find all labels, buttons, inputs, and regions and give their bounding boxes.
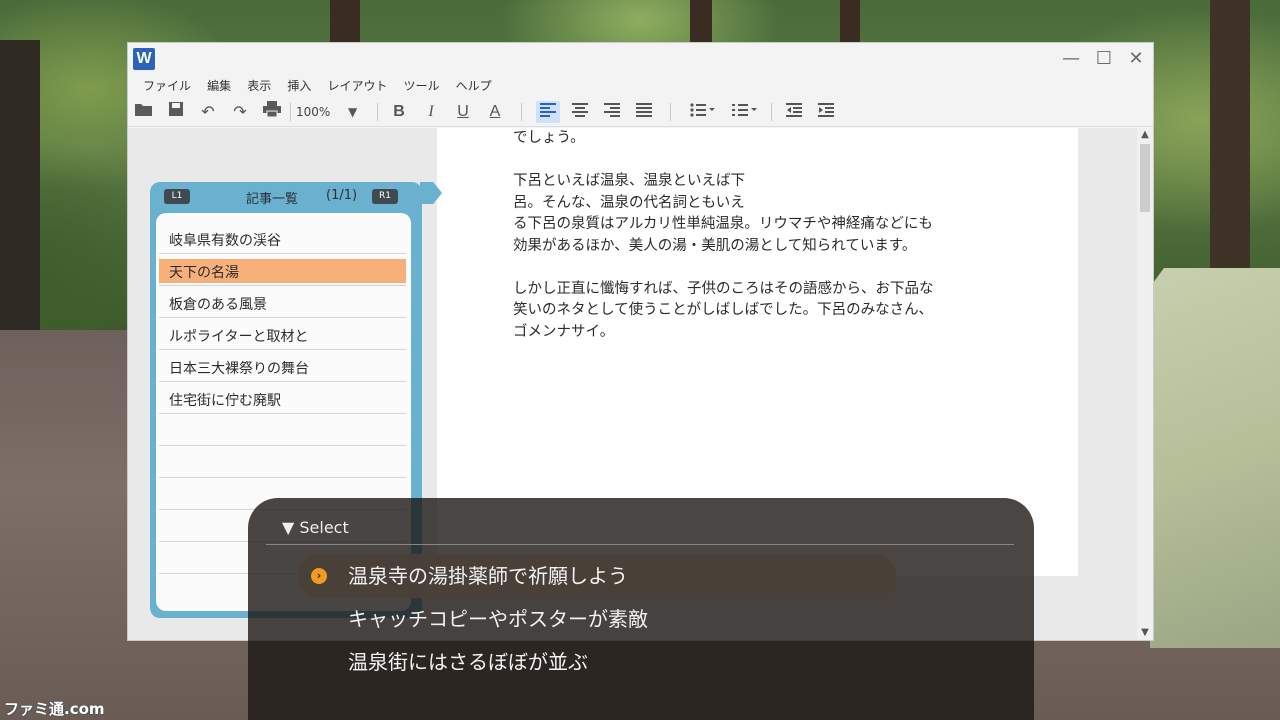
menu-bar: ファイル 編集 表示 挿入 レイアウト ツール ヘルプ bbox=[128, 75, 1153, 97]
list-item[interactable]: 日本三大裸祭りの舞台 bbox=[159, 352, 406, 382]
tree-trunk bbox=[1210, 0, 1250, 290]
redo-icon[interactable]: ↷ bbox=[228, 101, 252, 123]
list-item-selected[interactable]: 天下の名湯 bbox=[159, 256, 406, 286]
article-list-title: 記事一覧 bbox=[246, 192, 299, 207]
italic-icon[interactable]: I bbox=[419, 101, 443, 123]
menu-tools[interactable]: ツール bbox=[404, 75, 440, 97]
list-item-label: ルポライターと取材と bbox=[169, 329, 309, 345]
select-dialog: ▼ Select › 温泉寺の湯掛薬師で祈願しよう キャッチコピーやポスターが素… bbox=[248, 498, 1034, 720]
list-item-label: 天下の名湯 bbox=[169, 265, 239, 281]
select-option[interactable]: キャッチコピーやポスターが素敵 bbox=[298, 597, 896, 641]
menu-edit[interactable]: 編集 bbox=[207, 75, 231, 97]
scroll-thumb[interactable] bbox=[1140, 144, 1150, 212]
list-item-label: 住宅街に佇む廃駅 bbox=[169, 393, 281, 409]
menu-insert[interactable]: 挿入 bbox=[287, 75, 311, 97]
menu-help[interactable]: ヘルプ bbox=[456, 75, 492, 97]
select-option-label: 温泉寺の湯掛薬師で祈願しよう bbox=[348, 564, 628, 588]
align-center-icon[interactable] bbox=[568, 101, 592, 123]
justify-icon[interactable] bbox=[632, 101, 656, 123]
vertical-scrollbar[interactable]: ▲ ▼ bbox=[1137, 128, 1153, 640]
list-item[interactable]: ルポライターと取材と bbox=[159, 320, 406, 350]
document-line: 下呂といえば温泉、温泉といえば下 bbox=[513, 173, 745, 189]
scroll-up-icon[interactable]: ▲ bbox=[1137, 128, 1153, 142]
document-line: しかし正直に懺悔すれば、子供のころはその語感から、お下品な bbox=[513, 280, 934, 297]
list-item[interactable]: 岐阜県有数の渓谷 bbox=[159, 224, 406, 254]
outdent-icon[interactable] bbox=[782, 101, 806, 123]
toolbar: ↶ ↷ B I U A bbox=[128, 97, 1153, 127]
tree-trunk bbox=[690, 0, 712, 45]
app-icon: W bbox=[133, 48, 155, 70]
indent-icon[interactable] bbox=[814, 101, 838, 123]
list-item-label: 岐阜県有数の渓谷 bbox=[169, 233, 281, 249]
tree-trunk bbox=[840, 0, 860, 45]
menu-view[interactable]: 表示 bbox=[247, 75, 271, 97]
select-option-label: キャッチコピーやポスターが素敵 bbox=[348, 607, 648, 631]
list-item-label: 板倉のある風景 bbox=[169, 297, 267, 313]
minimize-button[interactable]: — bbox=[1058, 47, 1084, 71]
document-line: る下呂の泉質はアルカリ性単純温泉。リウマチや神経痛などにも bbox=[513, 216, 933, 232]
r1-button-badge[interactable]: R1 bbox=[372, 189, 398, 204]
select-divider bbox=[266, 544, 1014, 545]
document-text: でしょう。 下呂といえば温泉、温泉といえば下 呂。そんな、温泉の代名詞ともいえ … bbox=[513, 128, 953, 343]
select-header: ▼ Select bbox=[282, 518, 349, 537]
document-line: ゴメンナサイ。 bbox=[513, 323, 615, 340]
close-button[interactable]: ✕ bbox=[1123, 47, 1149, 71]
list-item-empty bbox=[159, 416, 406, 446]
open-folder-icon[interactable] bbox=[132, 101, 156, 123]
title-bar: W — ☐ ✕ bbox=[128, 43, 1153, 75]
print-icon[interactable] bbox=[260, 101, 284, 123]
toolbar-separator bbox=[521, 103, 522, 121]
chevron-down-icon[interactable]: ▼ bbox=[348, 101, 357, 123]
document-line: 笑いのネタとして使うことがしばしばでした。下呂のみなさん、 bbox=[513, 302, 934, 318]
select-option-label: 温泉街にはさるぼぼが並ぶ bbox=[348, 650, 588, 674]
l1-button-badge[interactable]: L1 bbox=[164, 189, 190, 204]
list-item[interactable]: 板倉のある風景 bbox=[159, 288, 406, 318]
save-icon[interactable] bbox=[164, 101, 188, 123]
article-list-header: L1 記事一覧 (1/1) R1 bbox=[150, 182, 422, 212]
toolbar-separator bbox=[377, 103, 378, 121]
document-line: 呂。そんな、温泉の代名詞ともいえ bbox=[513, 194, 745, 211]
bold-icon[interactable]: B bbox=[387, 101, 411, 123]
align-left-icon[interactable] bbox=[536, 101, 560, 123]
select-option[interactable]: › 温泉寺の湯掛薬師で祈願しよう bbox=[298, 554, 896, 598]
align-right-icon[interactable] bbox=[600, 101, 624, 123]
scroll-down-icon[interactable]: ▼ bbox=[1137, 626, 1153, 640]
font-color-icon[interactable]: A bbox=[483, 101, 507, 123]
cursor-arrow-icon: › bbox=[311, 568, 327, 584]
toolbar-separator bbox=[290, 103, 291, 121]
toolbar-separator bbox=[771, 103, 772, 121]
numbered-list-icon[interactable] bbox=[730, 101, 760, 123]
undo-icon[interactable]: ↶ bbox=[196, 101, 220, 123]
underline-icon[interactable]: U bbox=[451, 101, 475, 123]
menu-file[interactable]: ファイル bbox=[143, 75, 191, 97]
list-item-empty bbox=[159, 448, 406, 478]
bullet-list-icon[interactable] bbox=[688, 101, 718, 123]
list-item[interactable]: 住宅街に佇む廃駅 bbox=[159, 384, 406, 414]
tent bbox=[1150, 268, 1280, 648]
maximize-button[interactable]: ☐ bbox=[1091, 47, 1117, 71]
document-line: 効果があるほか、美人の湯・美肌の湯として知られています。 bbox=[513, 237, 917, 254]
tree-trunk bbox=[0, 40, 40, 340]
list-item-label: 日本三大裸祭りの舞台 bbox=[169, 361, 309, 377]
menu-layout[interactable]: レイアウト bbox=[327, 75, 387, 97]
article-list-page: (1/1) bbox=[326, 188, 358, 203]
select-option[interactable]: 温泉街にはさるぼぼが並ぶ bbox=[298, 640, 896, 684]
toolbar-separator bbox=[670, 103, 671, 121]
document-line: でしょう。 bbox=[513, 130, 585, 146]
zoom-select[interactable]: 100% bbox=[296, 101, 330, 123]
watermark-logo: ファミ通.com bbox=[4, 700, 105, 718]
